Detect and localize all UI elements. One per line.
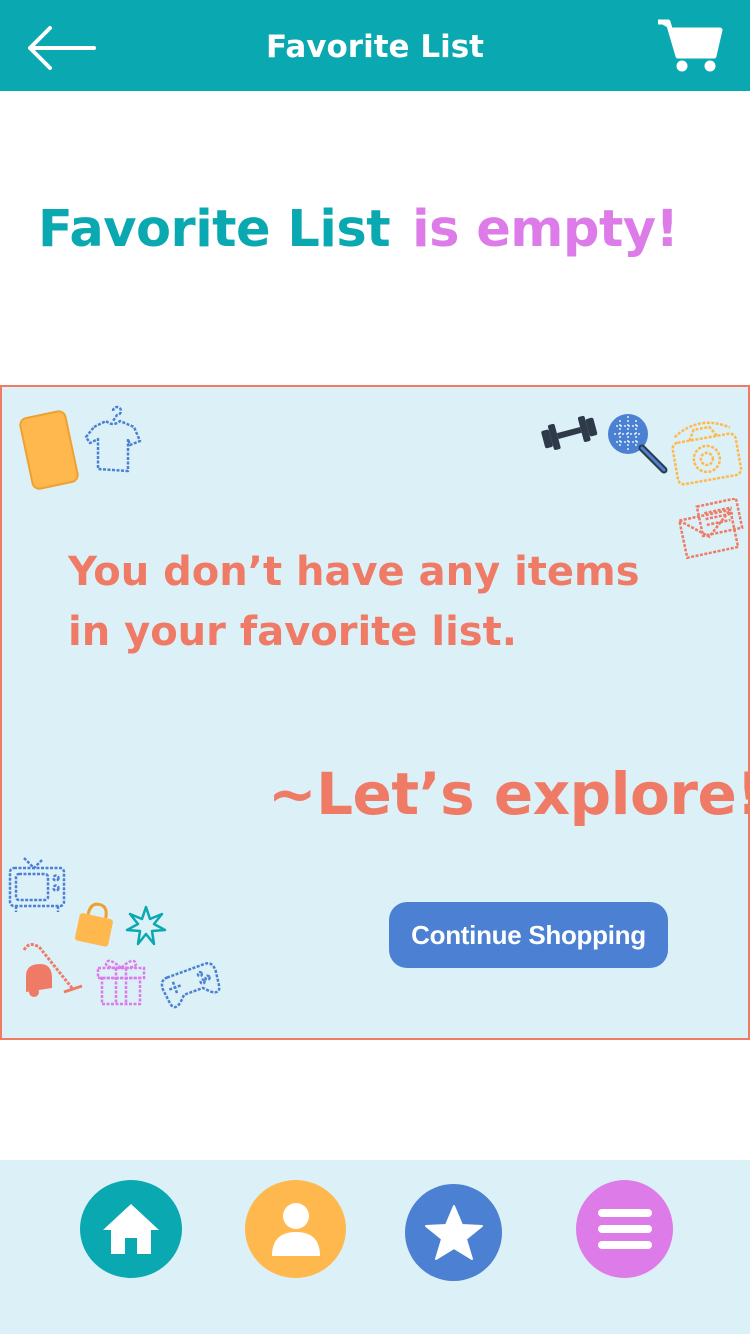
empty-headline: Favorite List is empty! (38, 200, 679, 280)
camera-icon (671, 421, 743, 486)
explore-text: ~Let’s explore! (268, 760, 750, 828)
nav-menu-button[interactable] (576, 1180, 673, 1278)
menu-icon (597, 1209, 652, 1249)
arrow-left-icon (28, 26, 96, 70)
cart-button[interactable] (656, 16, 724, 74)
dumbbell-icon (541, 415, 598, 450)
tv-icon (8, 857, 66, 912)
empty-message-line2: in your favorite list. (68, 609, 517, 655)
app-header: Favorite List (0, 0, 750, 91)
page-title: Favorite List (266, 29, 484, 65)
nav-favorites-button[interactable] (405, 1184, 502, 1281)
user-icon (271, 1203, 320, 1256)
empty-message-line1: You don’t have any items (68, 549, 640, 595)
bottom-nav (0, 1160, 750, 1334)
headline-is-empty: is empty! (412, 200, 679, 259)
phone-icon (19, 410, 79, 490)
empty-message: You don’t have any items in your favorit… (68, 542, 688, 662)
back-button[interactable] (22, 20, 98, 76)
vacuum-icon (22, 943, 83, 997)
gift-icon (96, 959, 146, 1006)
star-icon (424, 1204, 483, 1260)
gamepad-icon (160, 962, 221, 1009)
home-icon (103, 1204, 159, 1254)
shopping-cart-icon (658, 19, 723, 72)
nav-home-button[interactable] (80, 1180, 182, 1278)
headline-favorite-list: Favorite List (38, 200, 391, 259)
nav-profile-button[interactable] (245, 1180, 346, 1278)
continue-shopping-button[interactable]: Continue Shopping (389, 902, 668, 968)
racket-icon (608, 414, 668, 474)
sparkle-icon (125, 905, 167, 946)
tshirt-icon (84, 405, 142, 473)
